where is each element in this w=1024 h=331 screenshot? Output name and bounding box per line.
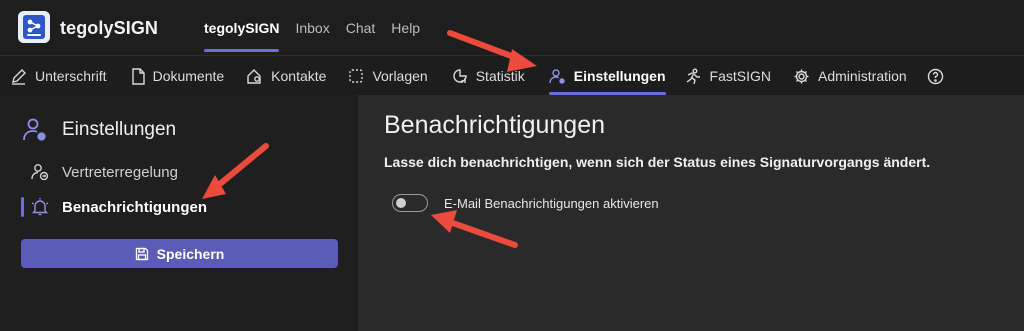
- save-button-label: Speichern: [156, 245, 225, 262]
- sidebar-item-benachrichtigungen[interactable]: Benachrichtigungen: [30, 197, 207, 217]
- app-logo-icon[interactable]: [18, 11, 50, 43]
- chart-icon: [453, 69, 467, 83]
- subnav-help[interactable]: [927, 57, 952, 95]
- subnav-statistik[interactable]: Statistik: [452, 57, 525, 95]
- page-description: Lasse dich benachrichtigen, wenn sich de…: [384, 154, 931, 170]
- runner-icon: [686, 68, 700, 84]
- user-settings-icon: [23, 118, 46, 141]
- topnav-chat[interactable]: Chat: [346, 0, 376, 56]
- gear-icon: [794, 69, 809, 83]
- subnav-einstellungen[interactable]: Einstellungen: [548, 57, 666, 95]
- sidebar-item-label: Benachrichtigungen: [62, 198, 208, 216]
- subnav-label: Vorlagen: [372, 68, 428, 84]
- page-title: Benachrichtigungen: [384, 111, 605, 139]
- toggle-knob: [396, 198, 406, 208]
- subnav-administration[interactable]: Administration: [793, 57, 907, 95]
- email-notification-toggle[interactable]: [392, 194, 428, 212]
- save-icon: [135, 247, 148, 260]
- subnav-label: Unterschrift: [35, 68, 107, 84]
- subnav-label: FastSIGN: [709, 68, 771, 84]
- sub-nav: Unterschrift Dokumente Kontakte Vorlagen…: [0, 57, 1024, 95]
- brand-name: tegolySIGN: [60, 18, 159, 38]
- sidebar-item-label: Vertreterregelung: [62, 163, 178, 181]
- subnav-label: Einstellungen: [573, 68, 666, 84]
- sidebar-active-marker: [21, 197, 24, 217]
- subnav-label: Dokumente: [152, 68, 225, 84]
- sidebar: Einstellungen Vertreterregelung Benachri…: [0, 95, 358, 331]
- email-notification-row: E-Mail Benachrichtigungen aktivieren: [392, 194, 659, 212]
- subnav-fastsign[interactable]: FastSIGN: [684, 57, 771, 95]
- email-notification-label: E-Mail Benachrichtigungen aktivieren: [444, 195, 659, 211]
- sidebar-item-vertreterregelung[interactable]: Vertreterregelung: [30, 162, 178, 182]
- top-bar: tegolySIGN tegolySIGN Inbox Chat Help: [0, 0, 1024, 56]
- subnav-label: Statistik: [475, 68, 525, 84]
- user-substitute-icon: [31, 164, 49, 181]
- topnav-help[interactable]: Help: [391, 0, 420, 56]
- subnav-label: Administration: [818, 68, 907, 84]
- subnav-dokumente[interactable]: Dokumente: [131, 57, 225, 95]
- save-button[interactable]: Speichern: [21, 239, 338, 268]
- subnav-label: Kontakte: [271, 68, 327, 84]
- contacts-icon: [247, 68, 261, 84]
- subnav-unterschrift[interactable]: Unterschrift: [10, 57, 107, 95]
- topnav-inbox[interactable]: Inbox: [295, 0, 329, 56]
- subnav-vorlagen[interactable]: Vorlagen: [348, 57, 428, 95]
- bell-icon: [31, 198, 49, 216]
- user-settings-icon: [549, 68, 565, 84]
- pen-icon: [12, 68, 26, 85]
- help-icon: [927, 68, 943, 84]
- subnav-kontakte[interactable]: Kontakte: [246, 57, 326, 95]
- top-nav: tegolySIGN Inbox Chat Help: [204, 0, 436, 56]
- sidebar-title-label: Einstellungen: [62, 119, 177, 140]
- template-icon: [349, 69, 364, 83]
- document-icon: [131, 67, 145, 85]
- topnav-tegolysign[interactable]: tegolySIGN: [204, 0, 280, 56]
- sidebar-title: Einstellungen: [22, 117, 176, 143]
- main-panel: Benachrichtigungen Lasse dich benachrich…: [358, 95, 1024, 331]
